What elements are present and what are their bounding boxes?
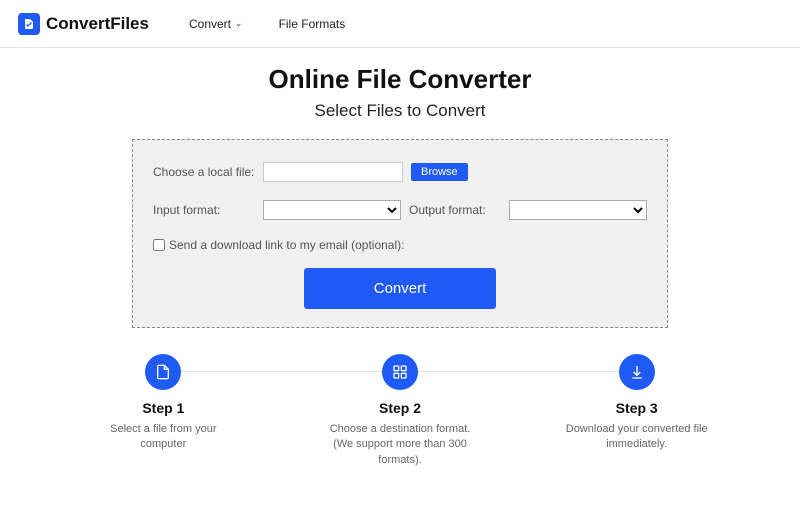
page-subtitle: Select Files to Convert xyxy=(0,101,800,121)
output-format-select[interactable] xyxy=(509,200,647,220)
grid-icon xyxy=(382,354,418,390)
nav-item-convert[interactable]: Convert ⌄ xyxy=(189,17,243,31)
convert-button[interactable]: Convert xyxy=(304,268,497,309)
step-3: Step 3 Download your converted file imme… xyxy=(563,354,710,468)
nav-label: File Formats xyxy=(279,17,346,31)
file-path-input[interactable] xyxy=(263,162,403,182)
nav-item-file-formats[interactable]: File Formats xyxy=(279,17,346,31)
browse-button[interactable]: Browse xyxy=(411,163,468,181)
step-title: Step 1 xyxy=(90,400,237,416)
logo-icon xyxy=(18,13,40,35)
step-text: Select a file from your computer xyxy=(90,422,237,453)
steps-row: Step 1 Select a file from your computer … xyxy=(90,354,710,468)
chevron-down-icon: ⌄ xyxy=(235,18,243,29)
step-text: Download your converted file immediately… xyxy=(563,422,710,453)
email-row: Send a download link to my email (option… xyxy=(153,238,647,252)
brand-name: ConvertFiles xyxy=(46,14,149,34)
output-format-label: Output format: xyxy=(409,203,486,217)
file-icon xyxy=(145,354,181,390)
step-title: Step 3 xyxy=(563,400,710,416)
email-checkbox[interactable] xyxy=(153,239,165,251)
page-title: Online File Converter xyxy=(0,64,800,95)
main-content: Online File Converter Select Files to Co… xyxy=(0,48,800,468)
step-1: Step 1 Select a file from your computer xyxy=(90,354,237,468)
step-2: Step 2 Choose a destination format. (We … xyxy=(327,354,474,468)
file-row: Choose a local file: Browse xyxy=(153,162,647,182)
convert-panel: Choose a local file: Browse Input format… xyxy=(132,139,668,328)
email-checkbox-label: Send a download link to my email (option… xyxy=(169,238,404,252)
step-text: Choose a destination format. (We support… xyxy=(327,422,474,468)
input-format-select[interactable] xyxy=(263,200,401,220)
input-format-label: Input format: xyxy=(153,203,263,217)
nav-label: Convert xyxy=(189,17,231,31)
format-row: Input format: Output format: xyxy=(153,200,647,220)
step-title: Step 2 xyxy=(327,400,474,416)
download-icon xyxy=(619,354,655,390)
top-nav: ConvertFiles Convert ⌄ File Formats xyxy=(0,0,800,48)
logo[interactable]: ConvertFiles xyxy=(18,13,149,35)
choose-file-label: Choose a local file: xyxy=(153,165,263,179)
